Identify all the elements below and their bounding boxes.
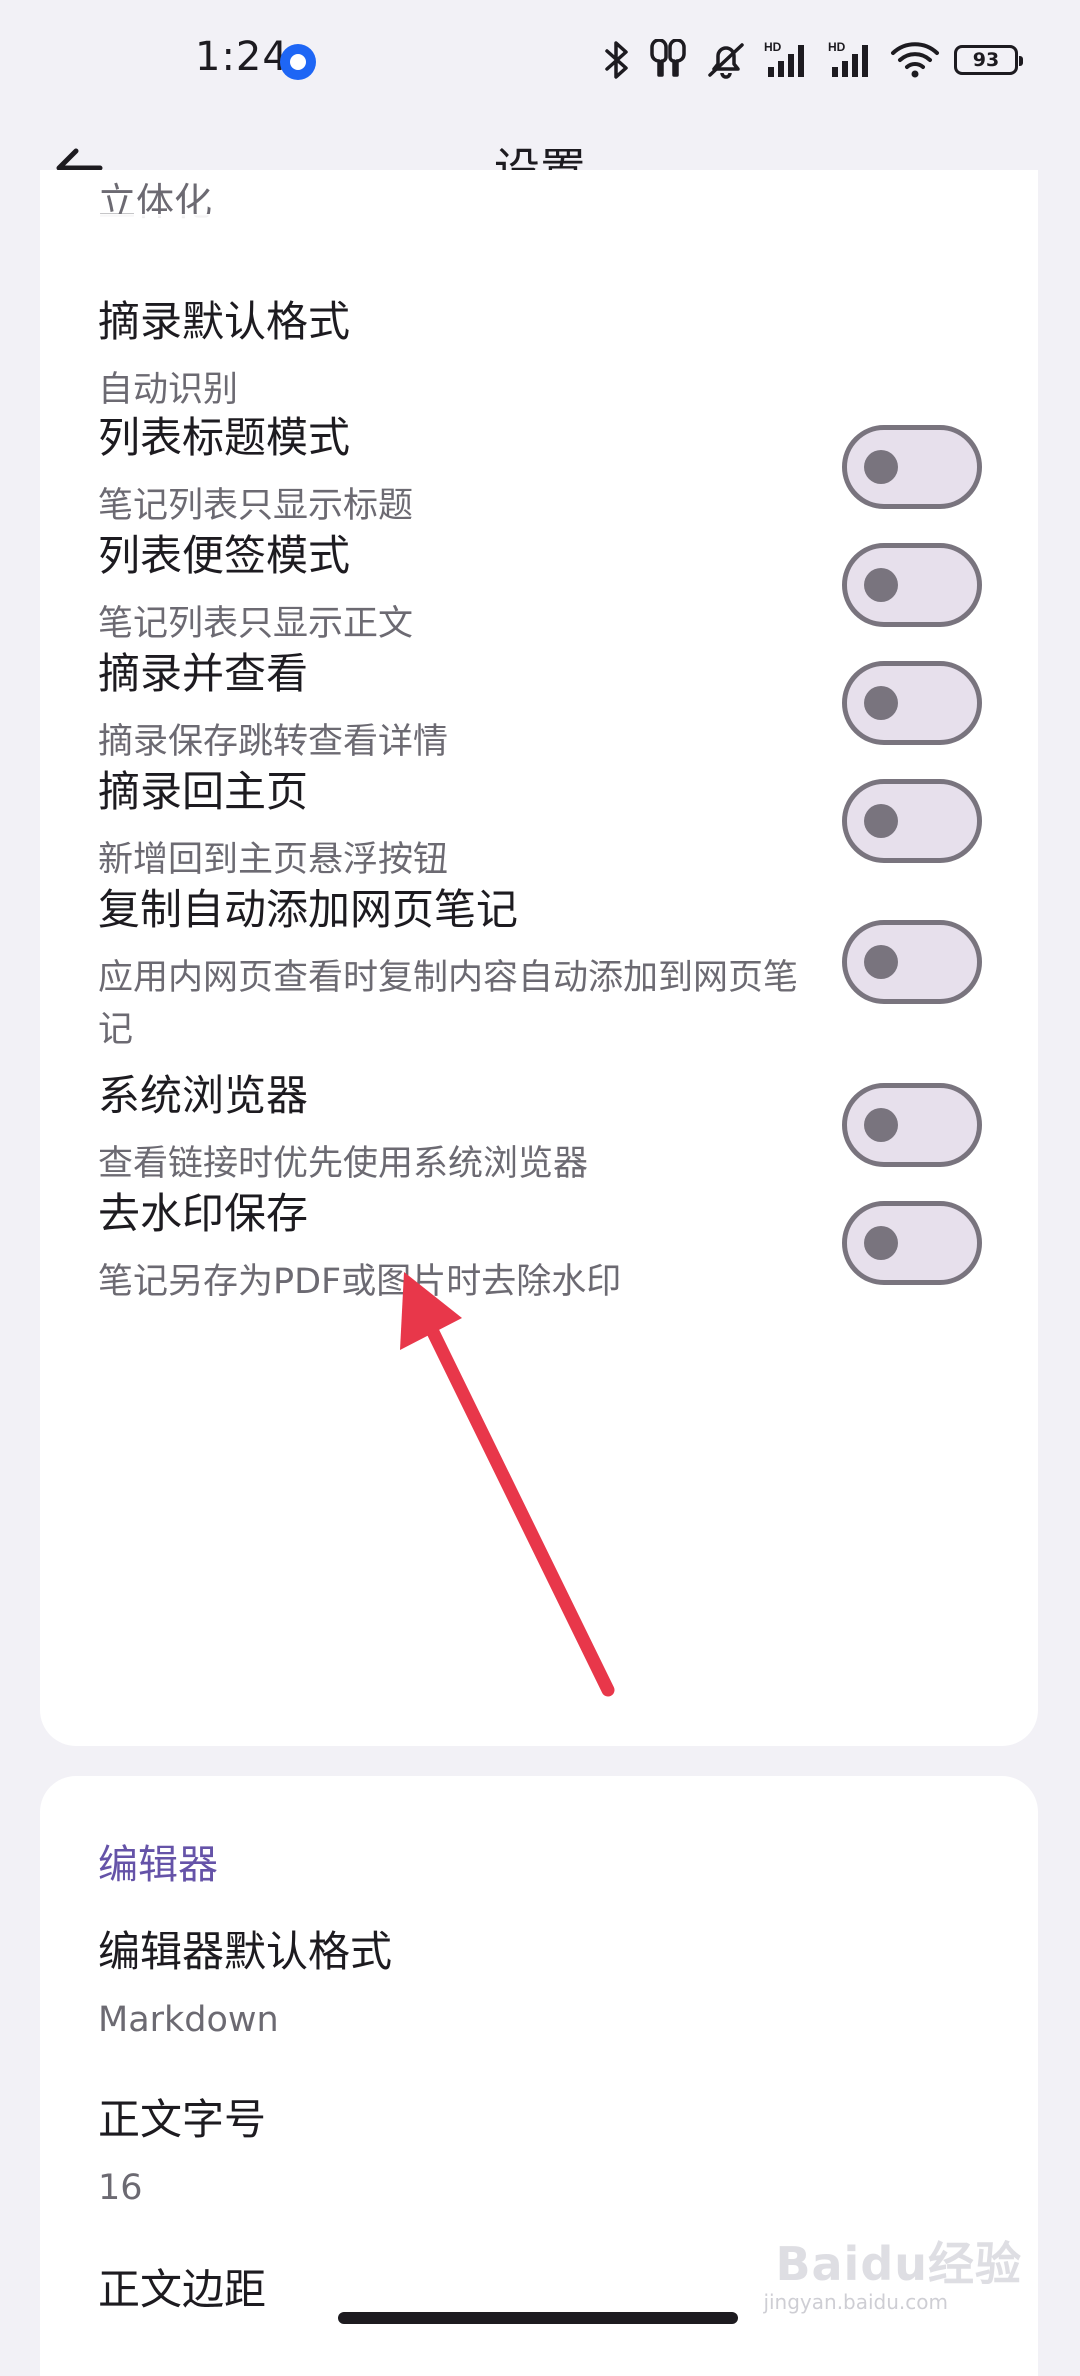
setting-excerpt-home[interactable]: 摘录回主页 新增回到主页悬浮按钮 [40,762,1038,880]
setting-title: 复制自动添加网页笔记 [98,885,519,934]
setting-title: 列表便签模式 [98,531,351,580]
notification-app-icon [280,44,316,80]
svg-text:HD: HD [828,40,846,54]
wifi-icon [890,39,940,81]
setting-description: 查看链接时优先使用系统浏览器 [98,1144,589,1184]
switch-thumb [864,1108,898,1142]
switch-thumb [864,804,898,838]
setting-body-font-size[interactable]: 正文字号 16 [40,2090,1038,2230]
setting-excerpt-and-view[interactable]: 摘录并查看 摘录保存跳转查看详情 [40,644,1038,762]
setting-description: 应用内网页查看时复制内容自动添加到网页笔记 [98,958,799,1050]
earbuds-icon [646,39,690,81]
excerpt-home-switch[interactable] [842,779,982,863]
signal-hd-icon: HD [762,39,812,81]
setting-value: 16 [98,2168,143,2208]
status-icons: HD HD 93 [602,36,1023,84]
setting-title: 摘录回主页 [98,767,309,816]
signal-hd-icon: HD [826,39,876,81]
partially-hidden-setting[interactable]: 立体化 [40,180,1038,236]
bluetooth-icon [602,39,632,81]
setting-description: 笔记另存为PDF或图片时去除水印 [98,1262,622,1302]
svg-text:HD: HD [764,40,782,54]
setting-title: 立体化 [98,180,213,224]
setting-system-browser[interactable]: 系统浏览器 查看链接时优先使用系统浏览器 [40,1066,1038,1184]
switch-thumb [864,686,898,720]
setting-description: 笔记列表只显示正文 [98,604,414,644]
excerpt-and-view-switch[interactable] [842,661,982,745]
switch-thumb [864,568,898,602]
battery-icon: 93 [954,45,1023,75]
setting-copy-auto-add-web-note[interactable]: 复制自动添加网页笔记 应用内网页查看时复制内容自动添加到网页笔记 [40,880,1038,1050]
save-without-watermark-switch[interactable] [842,1201,982,1285]
setting-save-without-watermark[interactable]: 去水印保存 笔记另存为PDF或图片时去除水印 [40,1184,1038,1302]
list-memo-mode-switch[interactable] [842,543,982,627]
list-title-mode-switch[interactable] [842,425,982,509]
setting-title: 摘录默认格式 [98,297,351,346]
setting-title: 正文字号 [98,2095,267,2144]
setting-value: Markdown [98,2000,279,2040]
setting-description: 摘录保存跳转查看详情 [98,722,449,762]
setting-title: 系统浏览器 [98,1071,309,1120]
system-browser-switch[interactable] [842,1083,982,1167]
setting-description: 笔记列表只显示标题 [98,486,414,526]
setting-description: 新增回到主页悬浮按钮 [98,840,449,880]
status-bar: 1:24 HD HD 93 [0,0,1080,120]
status-time: 1:24 [195,34,289,80]
section-header-editor: 编辑器 [98,1842,218,1888]
setting-title: 正文边距 [98,2265,267,2314]
setting-editor-default-format[interactable]: 编辑器默认格式 Markdown [40,1922,1038,2062]
editor-settings-card: 编辑器 编辑器默认格式 Markdown 正文字号 16 正文边距 [40,1776,1038,2376]
setting-title: 编辑器默认格式 [98,1927,393,1976]
gesture-nav-handle[interactable] [338,2312,738,2324]
mute-icon [704,39,748,81]
setting-title: 摘录并查看 [98,649,309,698]
switch-thumb [864,1226,898,1260]
setting-list-title-mode[interactable]: 列表标题模式 笔记列表只显示标题 [40,408,1038,526]
setting-title: 列表标题模式 [98,413,351,462]
setting-list-memo-mode[interactable]: 列表便签模式 笔记列表只显示正文 [40,526,1038,644]
setting-title: 去水印保存 [98,1189,309,1238]
copy-auto-add-web-note-switch[interactable] [842,920,982,1004]
switch-thumb [864,945,898,979]
general-settings-card: 立体化 摘录默认格式 自动识别 列表标题模式 笔记列表只显示标题 列表便签模式 … [40,170,1038,1746]
switch-thumb [864,450,898,484]
